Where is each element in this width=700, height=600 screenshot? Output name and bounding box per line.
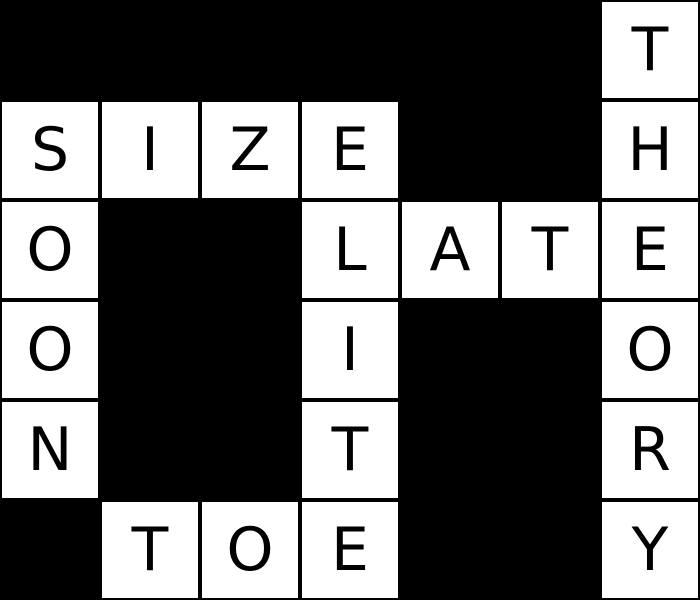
crossword-grid: TSIZEHOLATEOIONTRTOEY (0, 0, 700, 600)
crossword-cell[interactable]: T (502, 202, 598, 298)
crossword-cell[interactable]: A (402, 202, 498, 298)
crossword-cell[interactable]: T (302, 402, 398, 498)
crossword-cell[interactable]: T (102, 502, 198, 598)
crossword-cell[interactable]: Z (202, 102, 298, 198)
crossword-cell[interactable]: R (602, 402, 698, 498)
crossword-cell[interactable]: L (302, 202, 398, 298)
crossword-cell[interactable]: S (2, 102, 98, 198)
crossword-cell[interactable]: E (302, 502, 398, 598)
crossword-cell[interactable]: O (2, 202, 98, 298)
crossword-cell[interactable]: E (602, 202, 698, 298)
crossword-cell[interactable]: E (302, 102, 398, 198)
crossword-cell[interactable]: O (2, 302, 98, 398)
crossword-cell[interactable]: Y (602, 502, 698, 598)
crossword-cell[interactable]: O (202, 502, 298, 598)
crossword-cell[interactable]: I (102, 102, 198, 198)
crossword-cell[interactable]: H (602, 102, 698, 198)
crossword-cell[interactable]: I (302, 302, 398, 398)
crossword-cell[interactable]: O (602, 302, 698, 398)
crossword-cell[interactable]: T (602, 2, 698, 98)
crossword-cell[interactable]: N (2, 402, 98, 498)
